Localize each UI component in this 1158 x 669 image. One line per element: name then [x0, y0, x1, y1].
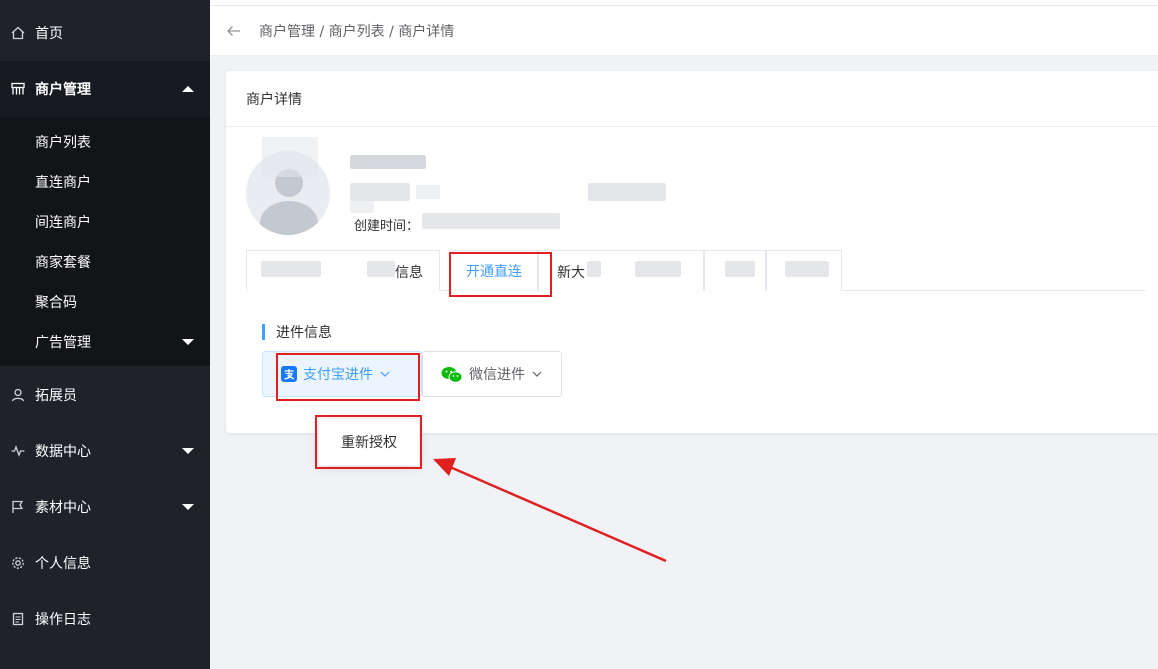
- annotation-arrow-icon: [433, 458, 667, 563]
